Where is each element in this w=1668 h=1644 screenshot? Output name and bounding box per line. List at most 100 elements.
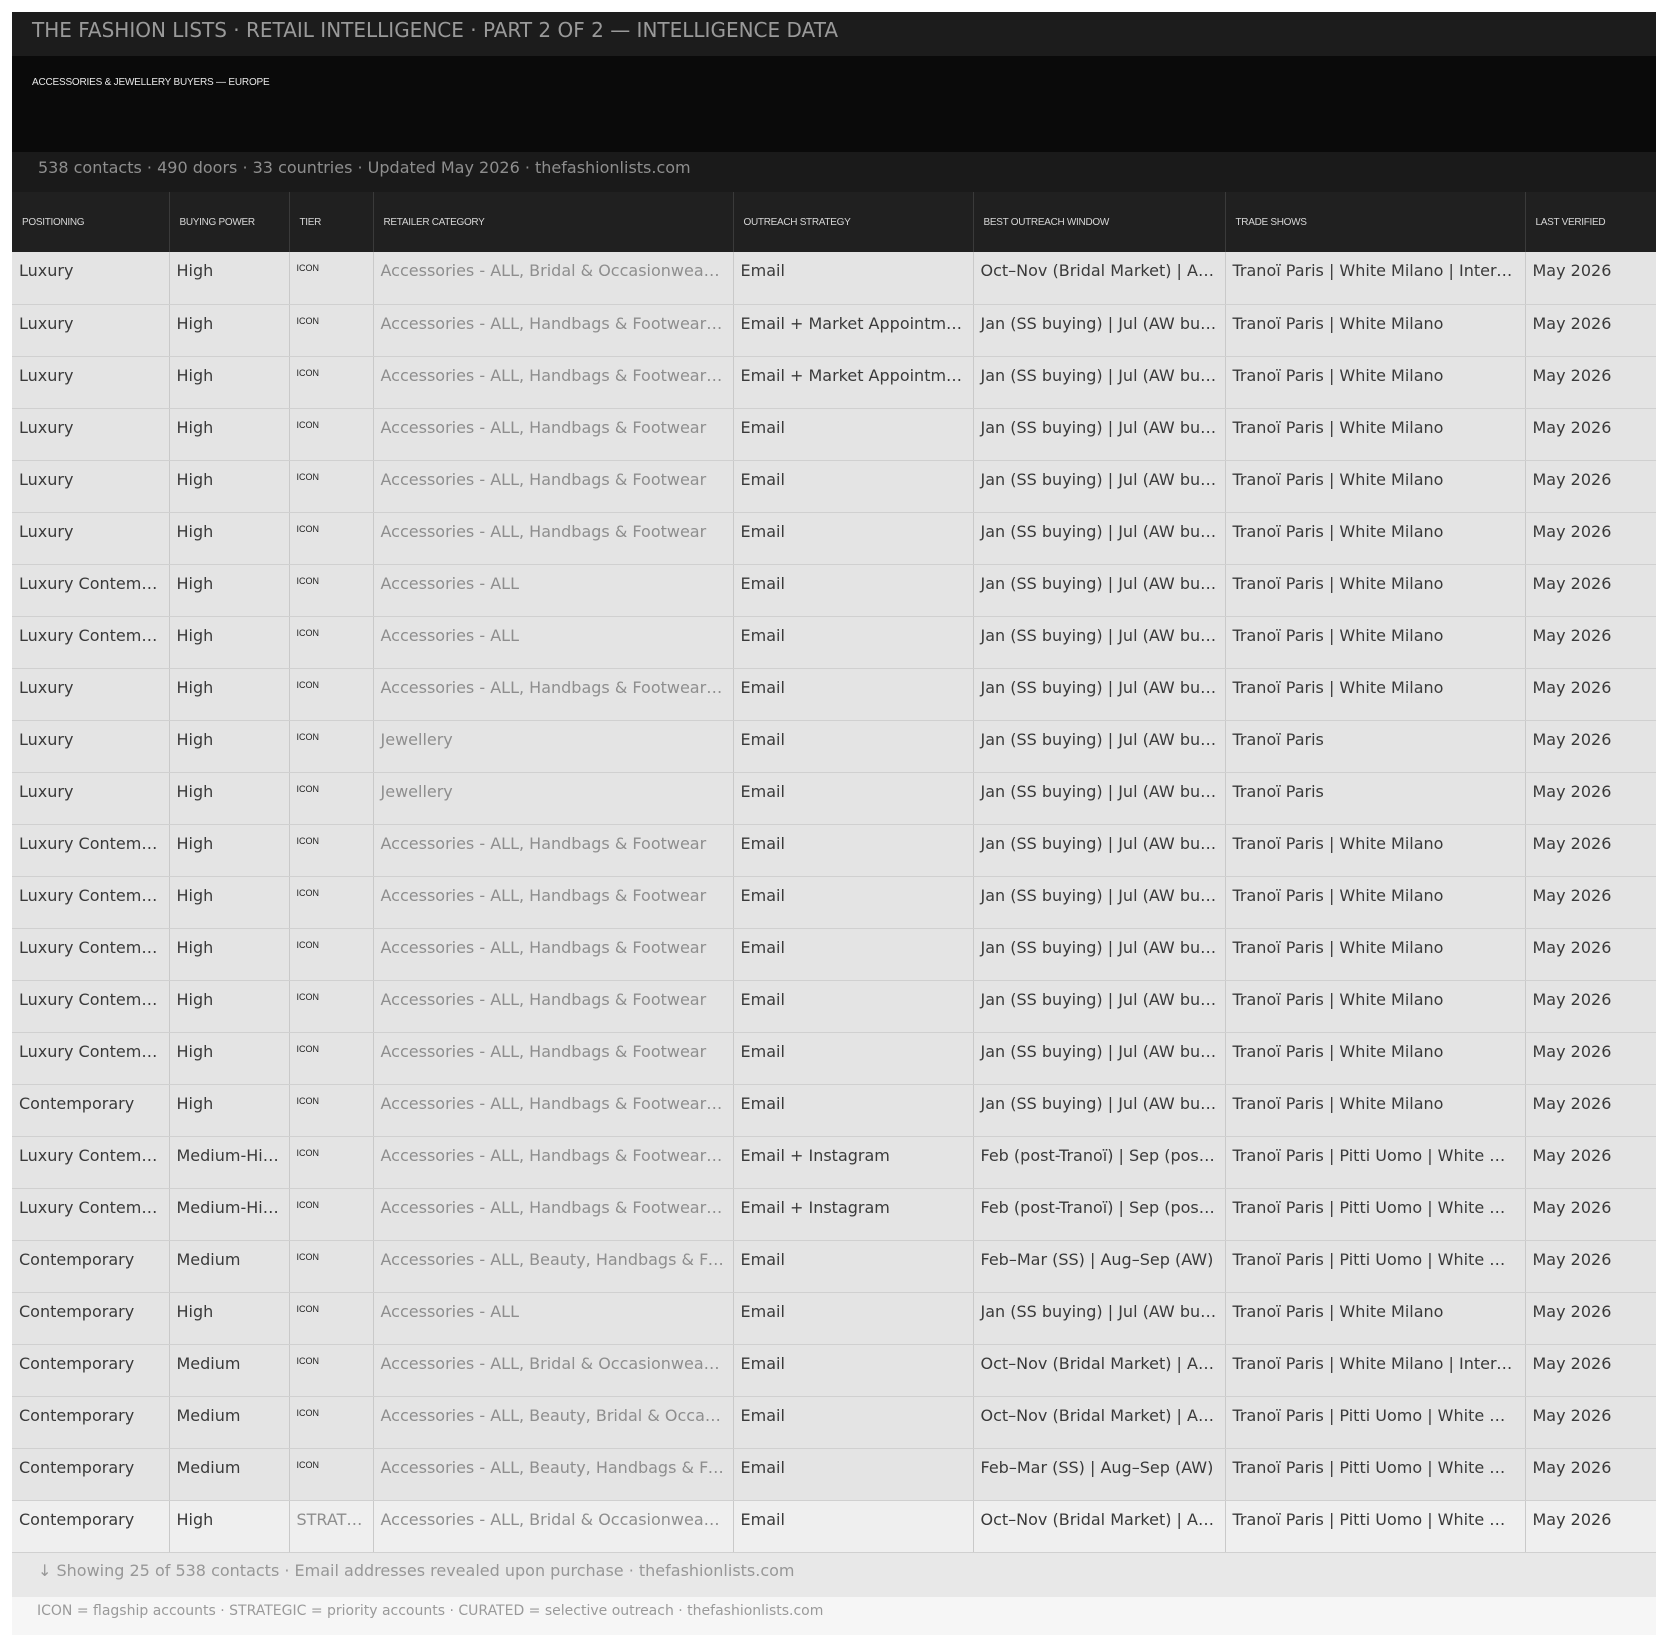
tier-cell: STRATEGIC [289, 1500, 374, 1553]
retailer-category-cell: Accessories - ALL, Beauty, Bridal & Occa… [373, 1396, 734, 1449]
tier-cell: ICON [289, 1188, 374, 1241]
buying-power-cell: High [169, 772, 290, 825]
outreach-strategy-cell: Email [733, 1396, 974, 1449]
buying-power-cell: High [169, 824, 290, 877]
retailer-category-cell: Accessories - ALL [373, 1292, 734, 1345]
table-row: Luxury ContemporaryMedium-HighICONAccess… [12, 1188, 1656, 1241]
last-verified-cell: May 2026 [1525, 1240, 1656, 1293]
outreach-window-cell: Feb–Mar (SS) | Aug–Sep (AW) [973, 1448, 1226, 1501]
table-body: Luxury High ICON Accessories - ALL, Bridal … [12, 252, 1656, 1553]
last-verified-cell: May 2026 [1525, 252, 1656, 305]
outreach-window-cell: Jan (SS buying) | Jul (AW buying) [973, 564, 1226, 617]
tier-cell: ICON [289, 1240, 374, 1293]
retailer-category-cell: Accessories - ALL, Handbags & Footwear [373, 928, 734, 981]
table-row: Luxury High ICON Accessories - ALL, Handbag… [12, 668, 1656, 721]
tier-legend: ICON = flagship accounts · STRATEGIC = p… [12, 1596, 1656, 1635]
positioning-cell: Luxury Contemporary [12, 876, 170, 929]
column-header-outreach-window: BEST OUTREACH WINDOW [973, 192, 1226, 252]
positioning-cell: Luxury [12, 252, 170, 305]
last-verified-cell: May 2026 [1525, 928, 1656, 981]
outreach-strategy-cell: Email [733, 460, 974, 513]
buying-power-cell: High [169, 980, 290, 1033]
buying-power-cell: High [169, 1500, 290, 1553]
outreach-window-cell: Oct–Nov (Bridal Market) | Apr–May [973, 1500, 1226, 1553]
table-row: Luxury High ICON Accessories - ALL, Handbag… [12, 408, 1656, 461]
retailer-category-cell: Accessories - ALL, Handbags & Footwear, … [373, 1188, 734, 1241]
retailer-category-cell: Accessories - ALL, Handbags & Footwear, … [373, 304, 734, 357]
table-row: Luxury ContemporaryMedium-HighICONAccess… [12, 1136, 1656, 1189]
last-verified-cell: May 2026 [1525, 668, 1656, 721]
outreach-strategy-cell: Email [733, 668, 974, 721]
last-verified-cell: May 2026 [1525, 876, 1656, 929]
trade-shows-cell: Tranoï Paris | White Milano [1225, 512, 1526, 565]
column-header-retailer-category: RETAILER CATEGORY [373, 192, 734, 252]
retailer-category-cell: Accessories - ALL, Beauty, Handbags & Fo… [373, 1448, 734, 1501]
outreach-strategy-cell: Email + Instagram [733, 1188, 974, 1241]
outreach-window-cell: Jan (SS buying) | Jul (AW buying) [973, 928, 1226, 981]
table-row: Luxury High ICON Jewellery Email Jan (SS buyi… [12, 720, 1656, 773]
last-verified-cell: May 2026 [1525, 616, 1656, 669]
table-row: Luxury High ICON Accessories - ALL, Handbag… [12, 460, 1656, 513]
trade-shows-cell: Tranoï Paris [1225, 772, 1526, 825]
tier-cell: ICON [289, 616, 374, 669]
tier-cell: ICON [289, 876, 374, 929]
last-verified-cell: May 2026 [1525, 720, 1656, 773]
tier-cell: ICON [289, 1084, 374, 1137]
column-header-trade-shows: TRADE SHOWS [1225, 192, 1526, 252]
outreach-strategy-cell: Email [733, 1240, 974, 1293]
retailer-category-cell: Accessories - ALL, Handbags & Footwear [373, 876, 734, 929]
outreach-window-cell: Jan (SS buying) | Jul (AW buying) [973, 980, 1226, 1033]
trade-shows-cell: Tranoï Paris | White Milano [1225, 616, 1526, 669]
buying-power-cell: Medium-High [169, 1188, 290, 1241]
tier-cell: ICON [289, 1032, 374, 1085]
outreach-strategy-cell: Email [733, 564, 974, 617]
outreach-strategy-cell: Email [733, 1344, 974, 1397]
last-verified-cell: May 2026 [1525, 460, 1656, 513]
table-row: Luxury ContemporaryHighICONAccessories -… [12, 564, 1656, 617]
positioning-cell: Luxury Contemporary [12, 928, 170, 981]
last-verified-cell: May 2026 [1525, 1396, 1656, 1449]
retailer-category-cell: Accessories - ALL [373, 564, 734, 617]
retailer-category-cell: Accessories - ALL, Handbags & Footwear [373, 512, 734, 565]
buying-power-cell: High [169, 928, 290, 981]
positioning-cell: Luxury [12, 356, 170, 409]
showing-notice: ↓ Showing 25 of 538 contacts · Email add… [12, 1552, 1656, 1597]
retailer-category-cell: Accessories - ALL, Handbags & Footwear, … [373, 356, 734, 409]
tier-cell: ICON [289, 1292, 374, 1345]
positioning-cell: Luxury [12, 408, 170, 461]
positioning-cell: Luxury [12, 304, 170, 357]
table-row: Contemporary Medium ICON Accessories - ALL,… [12, 1344, 1656, 1397]
column-header-positioning: POSITIONING [12, 192, 170, 252]
buying-power-cell: High [169, 1292, 290, 1345]
buying-power-cell: High [169, 668, 290, 721]
positioning-cell: Luxury Contemporary [12, 980, 170, 1033]
trade-shows-cell: Tranoï Paris | Pitti Uomo | White Milano [1225, 1136, 1526, 1189]
last-verified-cell: May 2026 [1525, 1032, 1656, 1085]
outreach-window-cell: Jan (SS buying) | Jul (AW buying) [973, 304, 1226, 357]
retailer-category-cell: Accessories - ALL, Handbags & Footwear [373, 408, 734, 461]
outreach-strategy-cell: Email [733, 1500, 974, 1553]
retailer-category-cell: Accessories - ALL, Bridal & Occasionwear… [373, 1344, 734, 1397]
buying-power-cell: Medium [169, 1448, 290, 1501]
table-header-row: POSITIONING BUYING POWER TIER RETAILER C… [12, 192, 1656, 252]
table-row: Contemporary Medium ICON Accessories - ALL,… [12, 1448, 1656, 1501]
outreach-strategy-cell: Email [733, 1448, 974, 1501]
retailer-category-cell: Jewellery [373, 772, 734, 825]
trade-shows-cell: Tranoï Paris | White Milano [1225, 1032, 1526, 1085]
positioning-cell: Contemporary [12, 1500, 170, 1553]
tier-cell: ICON [289, 1448, 374, 1501]
tier-cell: ICON [289, 564, 374, 617]
outreach-window-cell: Jan (SS buying) | Jul (AW buying) [973, 460, 1226, 513]
buying-power-cell: High [169, 512, 290, 565]
column-header-last-verified: LAST VERIFIED [1525, 192, 1656, 252]
tier-cell: ICON [289, 304, 374, 357]
table-row: Contemporary High ICON Accessories - ALL, H… [12, 1084, 1656, 1137]
buying-power-cell: High [169, 408, 290, 461]
last-verified-cell: May 2026 [1525, 980, 1656, 1033]
list-banner: ACCESSORIES & JEWELLERY BUYERS — EUROPE [12, 56, 1656, 152]
positioning-cell: Contemporary [12, 1084, 170, 1137]
list-subtitle: ACCESSORIES & JEWELLERY BUYERS — EUROPE [32, 77, 270, 88]
positioning-cell: Luxury [12, 668, 170, 721]
trade-shows-cell: Tranoï Paris | White Milano | Internatio… [1225, 1344, 1526, 1397]
outreach-strategy-cell: Email [733, 1084, 974, 1137]
